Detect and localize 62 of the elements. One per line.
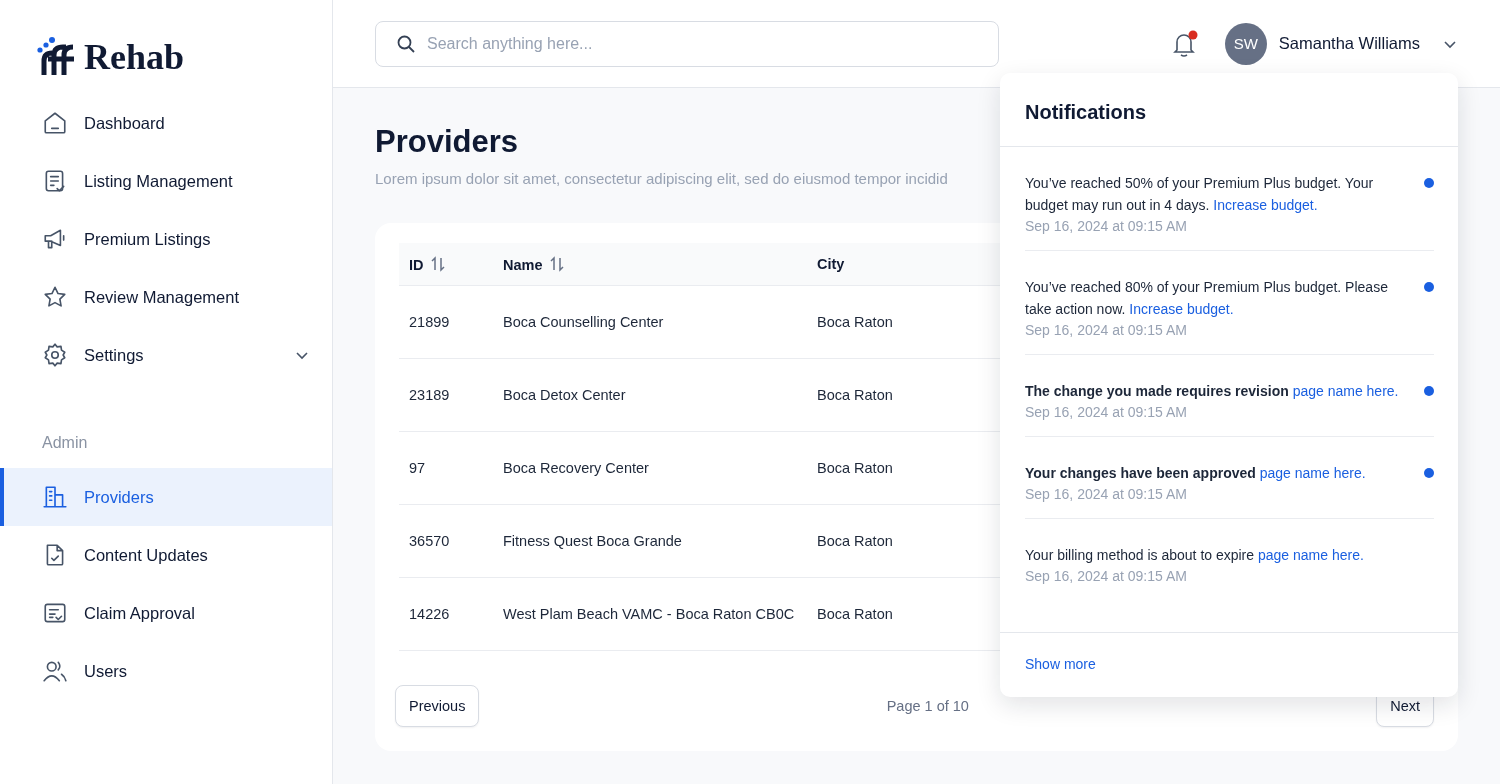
home-icon [42, 110, 68, 136]
table-cell: 23189 [409, 387, 450, 403]
table-cell: West Plam Beach VAMC - Boca Raton CB0C [503, 606, 795, 622]
sidebar-item[interactable]: Premium Listings [0, 210, 332, 268]
column-header[interactable]: Name [503, 256, 543, 273]
sidebar-item[interactable]: Listing Management [0, 152, 332, 210]
notification-text: The change you made requires revision page name here. [1025, 382, 1400, 401]
notification-link[interactable]: page name here. [1257, 547, 1364, 563]
notification-time: Sep 16, 2024 at 09:15 AM [1025, 218, 1188, 234]
sidebar-item[interactable]: Dashboard [0, 94, 332, 152]
notification-text: You’ve reached 80% of your Premium Plus budget. Please take action now. Increase budget. [1025, 278, 1389, 319]
logo-text: Rehab [84, 36, 185, 78]
table-cell: Boca Recovery Center [503, 460, 649, 476]
bell-icon[interactable] [1170, 28, 1199, 59]
building-icon [42, 484, 68, 510]
sidebar-item[interactable]: Users [0, 642, 332, 700]
notification-link[interactable]: page name here. [1292, 383, 1399, 399]
table-cell: Boca Raton [817, 460, 893, 476]
table-cell: Boca Counselling Center [503, 314, 664, 330]
star-icon [42, 284, 68, 310]
sort-icon[interactable] [429, 255, 446, 272]
logo-icon [36, 37, 76, 77]
notification-time: Sep 16, 2024 at 09:15 AM [1025, 486, 1188, 502]
sort-icon[interactable] [548, 255, 565, 272]
sidebar-item[interactable]: Providers [0, 468, 332, 526]
page-title: Providers [375, 124, 519, 160]
show-more-link[interactable]: Show more [1025, 656, 1096, 672]
notification-time: Sep 16, 2024 at 09:15 AM [1025, 568, 1188, 584]
table-cell: 97 [409, 460, 426, 476]
column-header[interactable]: ID [409, 256, 424, 273]
notification-link[interactable]: page name here. [1259, 465, 1366, 481]
table-cell: Fitness Quest Boca Grande [503, 533, 682, 549]
column-header[interactable]: City [817, 256, 845, 272]
sidebar-item[interactable]: Claim Approval [0, 584, 332, 642]
table-cell: 14226 [409, 606, 450, 622]
page-indicator: Page 1 of 10 [886, 698, 969, 714]
notification-text: Your changes have been approved page name here. [1025, 464, 1367, 483]
table-cell: Boca Raton [817, 314, 893, 330]
table-cell: Boca Detox Center [503, 387, 626, 403]
sidebar-item[interactable]: Review Management [0, 268, 332, 326]
avatar[interactable]: SW [1224, 22, 1267, 65]
notification-time: Sep 16, 2024 at 09:15 AM [1025, 322, 1188, 338]
user-name[interactable]: Samantha Williams [1278, 34, 1420, 53]
notification-text: Your billing method is about to expire page name here. [1025, 546, 1365, 565]
sidebar-item[interactable]: Settings [0, 326, 332, 384]
notification-text: You’ve reached 50% of your Premium Plus budget. Your budget may run out in 4 days. Increase budget. [1025, 174, 1375, 215]
notification-link[interactable]: Increase budget. [1129, 301, 1234, 317]
sidebar-item[interactable]: Content Updates [0, 526, 332, 584]
page-subtitle: Lorem ipsum dolor sit amet, consectetur adipiscing elit, sed do eiusmod tempor incidid [375, 170, 948, 187]
previous-button[interactable]: Previous [395, 685, 480, 727]
notification-link[interactable]: Increase budget. [1213, 197, 1318, 213]
table-cell: Boca Raton [817, 387, 893, 403]
panel-title: Notifications [1000, 73, 1458, 147]
table-cell: Boca Raton [817, 533, 893, 549]
search-field[interactable]: Search anything here... [375, 20, 999, 67]
notification-time: Sep 16, 2024 at 09:15 AM [1025, 404, 1188, 420]
table-cell: 21899 [409, 314, 450, 330]
table-cell: 36570 [409, 533, 450, 549]
table-cell: Boca Raton [817, 606, 893, 622]
search-icon [396, 33, 416, 54]
settings-icon [42, 342, 68, 368]
section-label: Admin [41, 433, 89, 453]
